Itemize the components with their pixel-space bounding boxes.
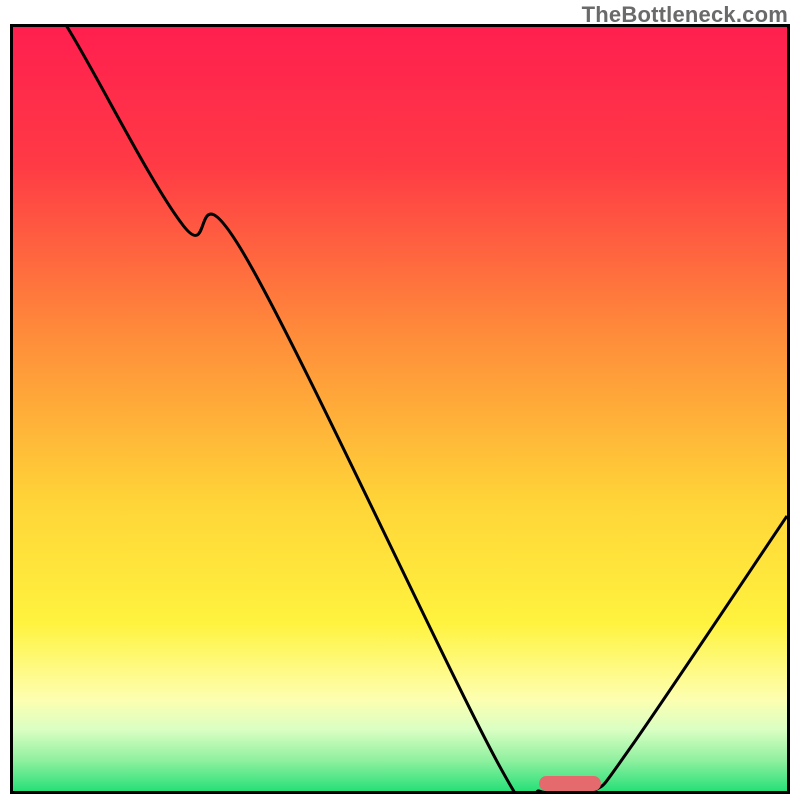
curve-path bbox=[13, 27, 787, 791]
plot-area bbox=[13, 27, 787, 791]
chart-frame bbox=[10, 24, 790, 794]
optimal-range-marker bbox=[539, 776, 601, 791]
bottleneck-curve bbox=[13, 27, 787, 791]
